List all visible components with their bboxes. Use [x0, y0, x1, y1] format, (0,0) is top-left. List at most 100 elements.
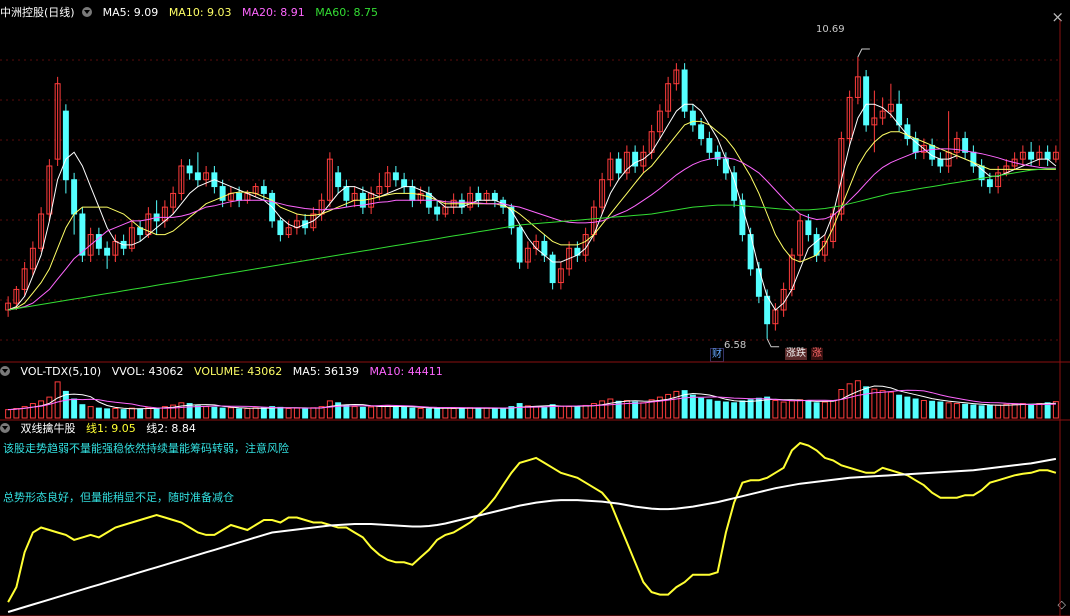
candle-body	[681, 69, 688, 112]
volume-bar	[698, 397, 705, 419]
volume-bar	[153, 407, 160, 419]
candle-body	[706, 138, 713, 153]
volume-bar	[500, 408, 507, 419]
ma-line-ma60	[8, 168, 1056, 311]
candle-body	[813, 234, 820, 256]
volume-bar	[830, 400, 837, 419]
volume-bar	[929, 400, 936, 419]
candle-body	[615, 158, 622, 174]
volume-bar	[203, 406, 210, 419]
volume-bar	[293, 407, 300, 419]
volume-bar	[252, 407, 259, 419]
volume-bar	[1011, 403, 1018, 419]
volume-bar	[574, 406, 581, 419]
volume-bar	[417, 408, 424, 419]
volume-bar	[607, 398, 614, 419]
volume-bar	[178, 402, 185, 419]
volume-bar	[780, 401, 787, 419]
volume-bar	[854, 380, 861, 419]
volume-bar	[863, 386, 870, 419]
volume-bar	[566, 406, 573, 419]
volume-bar	[409, 407, 416, 419]
volume-bar	[458, 407, 465, 419]
volume-bar	[38, 400, 45, 419]
volume-bar	[879, 390, 886, 419]
volume-bar	[87, 406, 94, 419]
candle-body	[475, 192, 482, 201]
volume-bar	[442, 407, 449, 419]
volume-bar	[846, 383, 853, 419]
volume-bar	[194, 405, 201, 419]
volume-bar	[912, 398, 919, 419]
volume-bar	[953, 403, 960, 419]
volume-bar	[79, 404, 86, 419]
candle-body	[62, 110, 69, 181]
volume-bar	[128, 407, 135, 419]
volume-bar	[1019, 403, 1026, 419]
volume-bar	[359, 406, 366, 419]
volume-bar	[285, 408, 292, 419]
candle-body	[104, 247, 111, 256]
volume-bar	[326, 400, 333, 419]
volume-bar	[1003, 403, 1010, 419]
volume-bar	[788, 400, 795, 419]
candle-body	[516, 227, 523, 263]
volume-bar	[392, 406, 399, 419]
volume-bar	[54, 381, 61, 419]
volume-bar	[986, 404, 993, 419]
candle-body	[219, 186, 226, 201]
candle-body	[434, 206, 441, 215]
volume-bar	[978, 405, 985, 419]
candle-body	[1028, 151, 1035, 160]
volume-bar	[582, 404, 589, 419]
volume-bar	[434, 407, 441, 419]
candle-body	[805, 220, 812, 236]
candle-body	[1044, 151, 1051, 160]
volume-bar	[747, 399, 754, 419]
volume-bar	[722, 401, 729, 419]
volume-bar	[904, 396, 911, 419]
candle-body	[747, 234, 754, 270]
candle-body	[236, 192, 243, 201]
volume-bar	[219, 407, 226, 419]
volume-bar	[491, 408, 498, 419]
indicator-line-2	[7, 457, 1057, 613]
candle-body	[764, 295, 771, 325]
volume-bar	[376, 405, 383, 419]
volume-bar	[962, 403, 969, 419]
candle-body	[260, 186, 267, 194]
volume-bar	[945, 402, 952, 419]
candle-body	[937, 158, 944, 167]
volume-bar	[13, 408, 20, 419]
volume-bar	[29, 403, 36, 419]
volume-bar	[995, 404, 1002, 419]
volume-bar	[896, 394, 903, 419]
volume-bar	[797, 399, 804, 419]
volume-bar	[104, 408, 111, 419]
candle-body	[71, 179, 78, 215]
volume-bar	[970, 404, 977, 419]
volume-bar	[920, 400, 927, 419]
candle-body	[194, 172, 201, 181]
candle-body	[698, 124, 705, 140]
candle-body	[392, 172, 399, 181]
chart-canvas[interactable]	[0, 0, 1070, 616]
volume-bar	[351, 406, 358, 419]
candle-body	[335, 172, 342, 188]
volume-bar	[211, 406, 218, 419]
candle-body	[722, 158, 729, 174]
volume-bar	[310, 407, 317, 419]
volume-bar	[302, 408, 309, 419]
volume-bar	[244, 408, 251, 419]
volume-bar	[706, 399, 713, 419]
candle-body	[79, 213, 86, 256]
volume-bar	[673, 390, 680, 419]
volume-bar	[805, 400, 812, 419]
volume-bar	[533, 406, 540, 419]
volume-bar	[731, 402, 738, 419]
volume-bar	[599, 400, 606, 419]
volume-bar	[838, 389, 845, 419]
volume-bar	[450, 408, 457, 419]
ma-line-ma20	[8, 148, 1056, 311]
volume-bar	[1044, 402, 1051, 419]
